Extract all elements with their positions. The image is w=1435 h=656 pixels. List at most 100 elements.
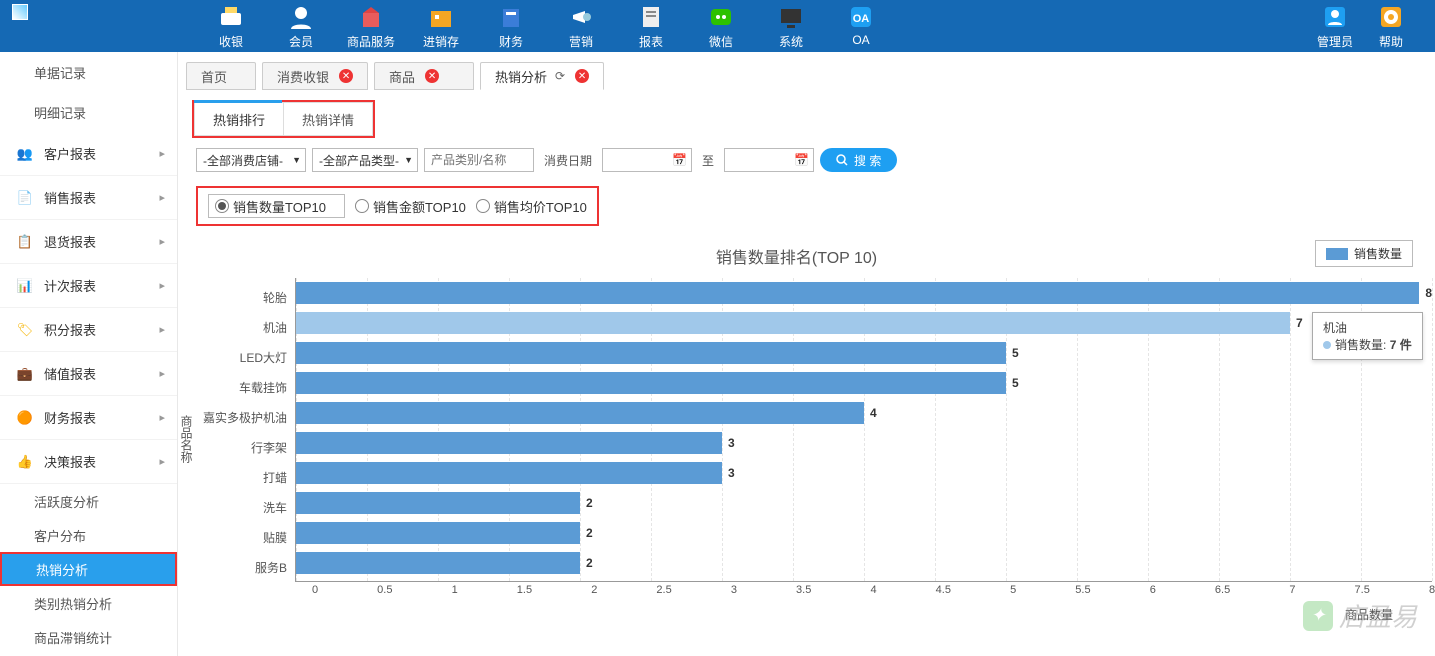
content-area: 首页消费收银✕ 商品 ✕ 热销分析 ⟳ ✕ 热销排行热销详情 -全部消费店铺-▼ -全部产… [178,52,1435,656]
metric-radio[interactable]: 销售金额TOP10 [355,197,466,216]
close-icon[interactable]: ✕ [339,69,353,83]
radio-label: 销售数量TOP10 [233,197,326,216]
topnav-marketing[interactable]: 营销 [546,3,616,50]
topnav-finance[interactable]: 财务 [476,3,546,50]
page-tabs: 首页消费收银✕ 商品 ✕ 热销分析 ⟳ ✕ [178,58,1435,90]
topnav-label: OA [852,33,869,47]
chart-bar-row[interactable]: 3 [296,458,1432,488]
marketing-icon [567,3,595,31]
topnav-inventory[interactable]: 进销存 [406,3,476,50]
tab-label: 商品 [389,67,415,86]
chart-category: 服务B [195,552,295,582]
help-icon [1377,3,1405,31]
close-icon[interactable]: ✕ [575,69,589,83]
chart-bar-row[interactable]: 7 [296,308,1432,338]
chevron-right-icon: ▸ [159,455,165,468]
chevron-right-icon: ▸ [159,147,165,160]
calendar-icon: 📅 [672,153,687,167]
sidebar-group[interactable]: 📋退货报表▸ [0,220,177,264]
sidebar-group-label: 财务报表 [44,408,96,427]
metric-radio[interactable]: 销售均价TOP10 [476,197,587,216]
chart-bar-row[interactable]: 2 [296,518,1432,548]
close-icon[interactable]: ✕ [425,69,439,83]
finance-icon [497,3,525,31]
cashier-icon [217,3,245,31]
topnav-label: 商品服务 [347,33,395,50]
sidebar-group-icon: 📄 [16,189,34,207]
chart-category: LED大灯 [195,342,295,372]
chart-bar-row[interactable]: 2 [296,548,1432,578]
sidebar-group-label: 决策报表 [44,452,96,471]
report-icon [637,3,665,31]
sidebar-sub-item[interactable]: 活跃度分析 [0,484,177,518]
topnav-goods[interactable]: 商品服务 [336,3,406,50]
date-to-input[interactable]: 📅 [724,148,814,172]
topnav-member[interactable]: 会员 [266,3,336,50]
sidebar-group[interactable]: 👥客户报表▸ [0,132,177,176]
sidebar-group[interactable]: 💼储值报表▸ [0,352,177,396]
subtab[interactable]: 热销排行 [194,102,283,136]
chevron-right-icon: ▸ [159,323,165,336]
sidebar-group-icon: 🏷 [16,321,34,339]
radio-label: 销售均价TOP10 [494,197,587,216]
chevron-right-icon: ▸ [159,235,165,248]
radio-icon [476,199,490,213]
sidebar-sub-item[interactable]: 热销分析 [0,552,177,586]
chart-bar [296,372,1006,394]
page-tab[interactable]: 热销分析 ⟳ ✕ [480,62,604,90]
chart-bar-row[interactable]: 2 [296,488,1432,518]
topnav-cashier[interactable]: 收银 [196,3,266,50]
chart-bar-value: 3 [728,436,735,450]
chart-bar-row[interactable]: 5 [296,338,1432,368]
topnav-admin[interactable]: 管理员 [1307,3,1363,50]
chart-bar-row[interactable]: 4 [296,398,1432,428]
page-tab[interactable]: 商品 ✕ [374,62,474,90]
chart-bar [296,552,580,574]
sidebar-sub-item[interactable]: 商品滞销统计 [0,620,177,654]
sidebar-group-label: 计次报表 [44,276,96,295]
sidebar-group-icon: 🟠 [16,409,34,427]
wechat-icon [707,3,735,31]
legend-swatch [1326,248,1348,260]
sidebar-item[interactable]: 单据记录 [0,52,177,92]
sidebar-group-label: 储值报表 [44,364,96,383]
chart-bar-row[interactable]: 8 [296,278,1432,308]
topnav-oa[interactable]: OAOA [826,3,896,50]
sidebar-group[interactable]: 📄销售报表▸ [0,176,177,220]
chart-bar-row[interactable]: 3 [296,428,1432,458]
topnav-label: 系统 [779,33,803,50]
chart-bar [296,432,722,454]
product-type-select[interactable]: -全部产品类型-▼ [312,148,418,172]
search-button[interactable]: 搜 索 [820,148,897,172]
metric-radio[interactable]: 销售数量TOP10 [208,194,345,218]
chart-category: 机油 [195,312,295,342]
sidebar-group[interactable]: 🏷积分报表▸ [0,308,177,352]
sidebar-group[interactable]: 👍 决策报表 ▸ [0,440,177,484]
chart-legend: 销售数量 [1315,240,1413,267]
product-search-input[interactable] [424,148,534,172]
chart-bar-value: 8 [1425,286,1432,300]
sidebar-group-icon: 👍 [16,453,34,471]
sidebar-group-icon: 👥 [16,145,34,163]
store-select[interactable]: -全部消费店铺-▼ [196,148,306,172]
topnav-system[interactable]: 系统 [756,3,826,50]
chevron-right-icon: ▸ [159,367,165,380]
sidebar-sub-item[interactable]: 客户分布 [0,518,177,552]
page-tab[interactable]: 首页 [186,62,256,90]
chart-bar [296,342,1006,364]
topnav-wechat[interactable]: 微信 [686,3,756,50]
chart-bar-row[interactable]: 5 [296,368,1432,398]
date-from-input[interactable]: 📅 [602,148,692,172]
sidebar-group[interactable]: 🟠财务报表▸ [0,396,177,440]
subtab[interactable]: 热销详情 [283,102,373,136]
page-tab[interactable]: 消费收银✕ [262,62,368,90]
sidebar-group[interactable]: 📊计次报表▸ [0,264,177,308]
sidebar-item[interactable]: 明细记录 [0,92,177,132]
top-nav-right: 管理员帮助 [1307,3,1419,50]
sidebar-sub-item[interactable]: 类别热销分析 [0,586,177,620]
topnav-help[interactable]: 帮助 [1363,3,1419,50]
refresh-icon[interactable]: ⟳ [555,69,565,83]
tab-label: 热销分析 [495,67,547,86]
topnav-report[interactable]: 报表 [616,3,686,50]
chart-bar-value: 2 [586,556,593,570]
